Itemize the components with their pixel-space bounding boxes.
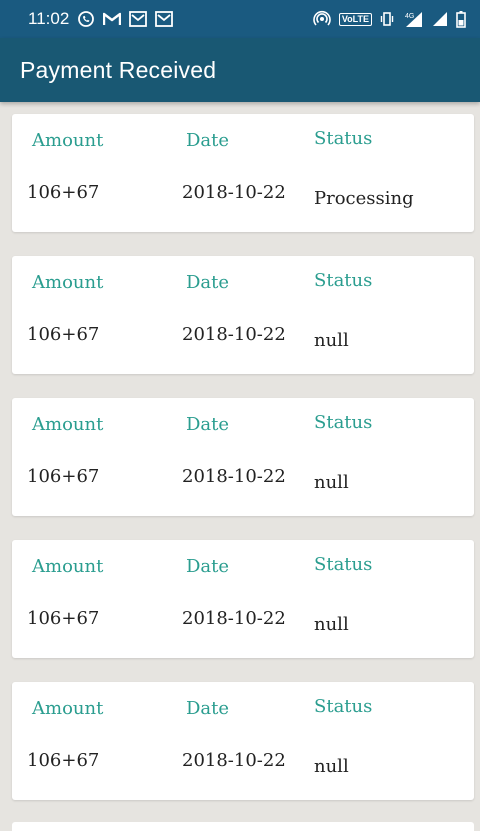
status-label: Status: [314, 412, 373, 433]
date-label: Date: [186, 698, 230, 719]
status-value: null: [314, 472, 349, 493]
date-value: 2018-10-22: [182, 182, 286, 203]
amount-value: 106+67: [27, 750, 100, 771]
status-value: null: [314, 330, 349, 351]
status-label: Status: [314, 696, 373, 717]
status-bar: 11:02 VoLTE 4G: [0, 0, 480, 38]
payment-card[interactable]: Amount Date Status 106+67 2018-10-22 nul…: [12, 540, 474, 658]
payment-card[interactable]: Amount Date Status 106+67 2018-10-22 Pro…: [12, 114, 474, 232]
status-time: 11:02: [28, 9, 70, 28]
amount-value: 106+67: [27, 182, 100, 203]
amount-label: Amount: [32, 414, 104, 435]
whatsapp-icon: [77, 10, 95, 28]
date-value: 2018-10-22: [182, 608, 286, 629]
amount-label: Amount: [32, 698, 104, 719]
payment-card[interactable]: Amount Date Status 106+67 2018-10-22 nul…: [12, 682, 474, 800]
mail-icon: [155, 11, 174, 27]
mail-icon: [129, 11, 148, 27]
payment-card-partial[interactable]: [12, 822, 474, 831]
amount-value: 106+67: [27, 324, 100, 345]
date-value: 2018-10-22: [182, 750, 286, 771]
status-bar-left: 11:02: [28, 9, 174, 29]
status-label: Status: [314, 554, 373, 575]
volte-badge: VoLTE: [338, 12, 372, 26]
date-value: 2018-10-22: [182, 466, 286, 487]
page-title: Payment Received: [20, 56, 217, 83]
payment-card[interactable]: Amount Date Status 106+67 2018-10-22 nul…: [12, 398, 474, 516]
amount-label: Amount: [32, 272, 104, 293]
amount-label: Amount: [32, 556, 104, 577]
date-label: Date: [186, 272, 230, 293]
app-bar: Payment Received: [0, 38, 480, 102]
status-value: null: [314, 614, 349, 635]
status-value: null: [314, 756, 349, 777]
amount-value: 106+67: [27, 608, 100, 629]
gmail-icon: [103, 12, 122, 26]
network-label: 4G: [405, 13, 414, 20]
status-value: Processing: [314, 188, 414, 209]
vibrate-icon: [380, 11, 394, 27]
payment-list: Amount Date Status 106+67 2018-10-22 Pro…: [12, 114, 474, 824]
date-label: Date: [186, 556, 230, 577]
signal-icon: [432, 11, 448, 27]
payment-card[interactable]: Amount Date Status 106+67 2018-10-22 nul…: [12, 256, 474, 374]
status-bar-right: VoLTE 4G: [313, 10, 466, 28]
amount-label: Amount: [32, 130, 104, 151]
date-label: Date: [186, 130, 230, 151]
status-label: Status: [314, 128, 373, 149]
hotspot-icon: [313, 10, 331, 28]
status-label: Status: [314, 270, 373, 291]
amount-value: 106+67: [27, 466, 100, 487]
network-4g-icon: 4G: [402, 10, 424, 28]
date-label: Date: [186, 414, 230, 435]
date-value: 2018-10-22: [182, 324, 286, 345]
battery-icon: [456, 10, 466, 28]
